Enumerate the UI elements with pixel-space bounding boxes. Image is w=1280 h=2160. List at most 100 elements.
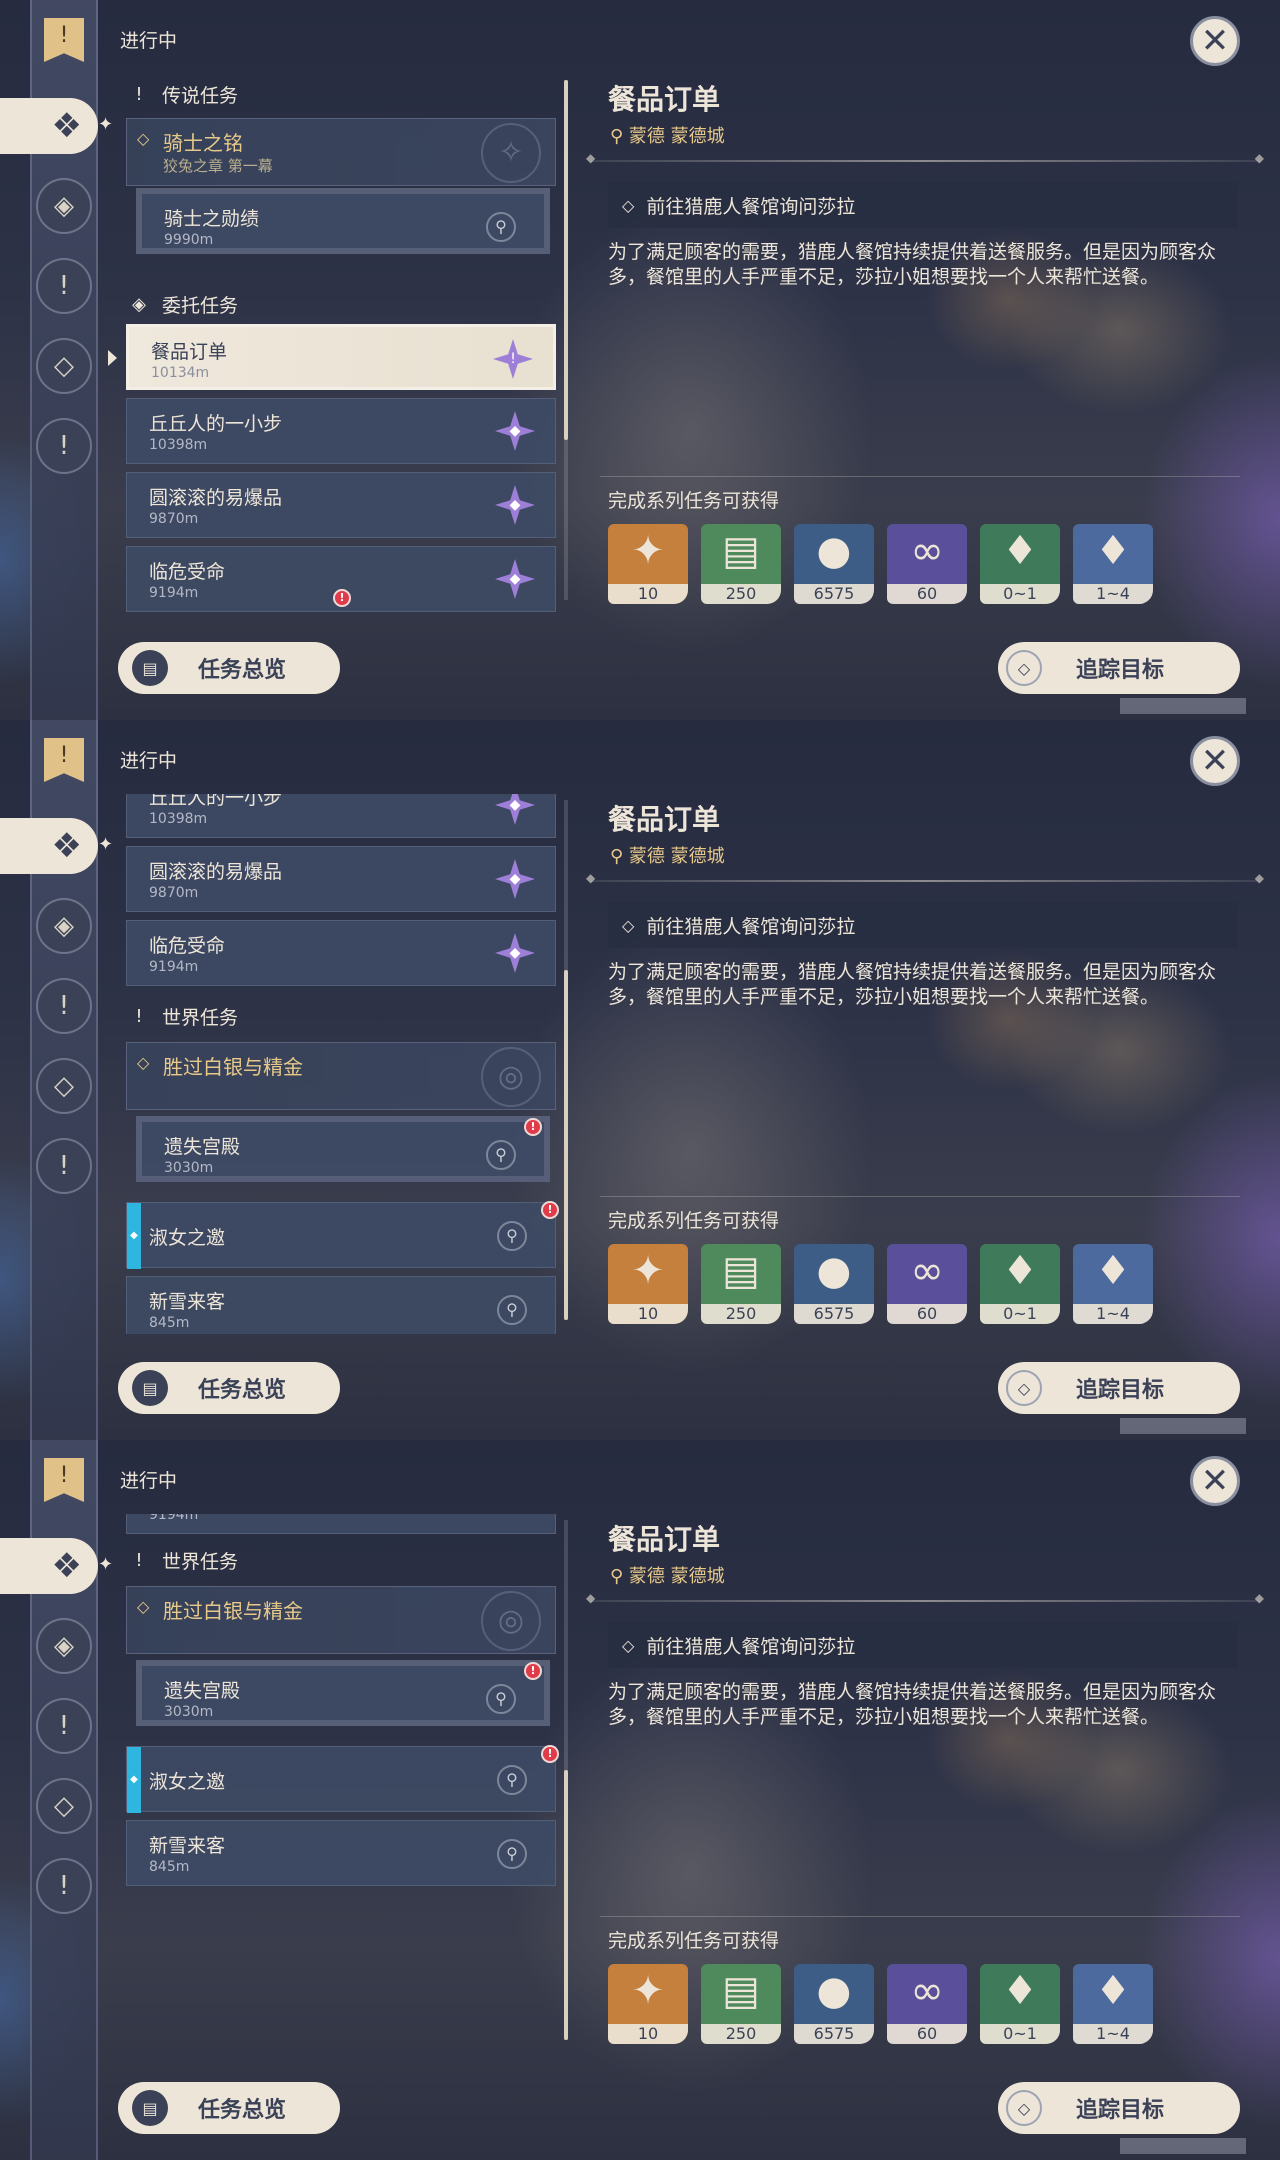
location-pin-icon[interactable]: ⚲	[497, 1839, 527, 1869]
rail-story-icon[interactable]: !	[36, 1698, 92, 1754]
exclamation-icon: !	[135, 1549, 143, 1571]
reward-primogem[interactable]: ✦ 10	[608, 1964, 688, 2044]
location-pin-icon: ⚲	[610, 1566, 629, 1587]
quest-item-hill[interactable]: 丘丘人的一小步 10398m ◆	[126, 398, 556, 464]
quest-overview-button[interactable]: ▤ 任务总览	[118, 2082, 340, 2134]
close-button[interactable]: ✕	[1190, 16, 1240, 66]
mora-icon: ●	[816, 528, 852, 574]
quest-list[interactable]: 丘丘人的一小步 10398m ◆ 圆滚滚的易爆品 9870m ◆ 临危受命 91…	[120, 794, 560, 1334]
rail-archon-icon[interactable]: ◈	[36, 1618, 92, 1674]
quest-item-lady[interactable]: ◆ 淑女之邀 ⚲ !	[126, 1201, 559, 1269]
companionship-exp-icon: ∞	[910, 1248, 944, 1294]
track-target-button[interactable]: ◇ 追踪目标	[998, 2082, 1240, 2134]
close-button[interactable]: ✕	[1190, 736, 1240, 786]
reward-mystic-ore[interactable]: ♦ 1~4	[1073, 524, 1153, 604]
scrollbar[interactable]	[564, 800, 568, 1320]
quest-item-snow[interactable]: 新雪来客 845m ⚲	[126, 1820, 556, 1886]
reward-crystal-chunk[interactable]: ♦ 0~1	[980, 1964, 1060, 2044]
reward-crystal-chunk[interactable]: ♦ 0~1	[980, 524, 1060, 604]
quest-item-boom[interactable]: 圆滚滚的易爆品 9870m ◆	[126, 846, 556, 912]
rail-story-icon[interactable]: !	[36, 978, 92, 1034]
mystic-ore-icon: ♦	[1095, 1968, 1131, 2014]
scroll-thumb[interactable]	[564, 80, 568, 440]
reward-row: ✦ 10 ▤ 250 ● 6575 ∞ 60 ♦ 0~1 ♦ 1~4	[608, 524, 1153, 604]
quest-list[interactable]: ! 传说任务 ◇ 骑士之铭 狡兔之章 第一幕 ✧ 骑士之勋绩 9990m ⚲ ◈…	[120, 74, 560, 614]
reward-companionship-exp[interactable]: ∞ 60	[887, 1964, 967, 2044]
rail-commission-icon[interactable]: ◇	[36, 1058, 92, 1114]
reward-mora[interactable]: ● 6575	[794, 1244, 874, 1324]
quest-panel-2: ! ❖ ✦ ◈ ! ◇ ! 进行中 ✕ 丘丘人的一小步 10398m ◆ 圆滚滚…	[0, 720, 1280, 1440]
rail-all-quests-icon[interactable]: ❖	[0, 818, 98, 874]
rail-all-quests-icon[interactable]: ❖	[0, 1538, 98, 1594]
quest-item-meal[interactable]: 餐品订单 10134m !	[126, 324, 556, 390]
reward-primogem[interactable]: ✦ 10	[608, 1244, 688, 1324]
exclamation-icon: !	[135, 1005, 143, 1027]
quest-list[interactable]: 9194m ◆ ! 世界任务 ◇ 胜过白银与精金 ◎ 遗失宫殿 3030m ⚲ …	[120, 1514, 560, 2054]
diamond-icon: ◇	[622, 195, 635, 215]
quest-item-boom[interactable]: 圆滚滚的易爆品 9870m ◆	[126, 472, 556, 538]
quest-item-palace[interactable]: 遗失宫殿 3030m ⚲ !	[136, 1116, 550, 1182]
scroll-thumb[interactable]	[564, 970, 568, 1320]
alert-icon: !	[333, 589, 351, 607]
rail-commission-icon[interactable]: ◇	[36, 338, 92, 394]
reward-crystal-chunk[interactable]: ♦ 0~1	[980, 1244, 1060, 1324]
divider	[600, 476, 1240, 477]
location-pin-icon[interactable]: ⚲	[497, 1221, 527, 1251]
quest-item-danger[interactable]: 临危受命 9194m ◆	[126, 920, 556, 986]
location-pin-icon[interactable]: ⚲	[497, 1295, 527, 1325]
track-target-button[interactable]: ◇ 追踪目标	[998, 1362, 1240, 1414]
quest-item-snow[interactable]: 新雪来客 845m ⚲	[126, 1276, 556, 1334]
quest-item-knight[interactable]: 骑士之勋绩 9990m ⚲	[136, 188, 550, 254]
series-header[interactable]: ◇ 胜过白银与精金 ◎	[126, 1042, 556, 1110]
rail-world-icon[interactable]: !	[36, 1858, 92, 1914]
rail-archon-icon[interactable]: ◈	[36, 898, 92, 954]
sparkle-icon: ✦	[98, 1554, 114, 1575]
reward-adventure-exp[interactable]: ▤ 250	[701, 1964, 781, 2044]
diamond-icon: ◇	[1006, 650, 1042, 686]
corner-bar	[1120, 698, 1246, 714]
mystic-ore-icon: ♦	[1095, 1248, 1131, 1294]
quest-item-lady[interactable]: ◆ 淑女之邀 ⚲ !	[126, 1745, 559, 1813]
rail-story-icon[interactable]: !	[36, 258, 92, 314]
rail-archon-icon[interactable]: ◈	[36, 178, 92, 234]
close-button[interactable]: ✕	[1190, 1456, 1240, 1506]
location-pin-icon[interactable]: ⚲	[486, 212, 516, 242]
book-icon: ▤	[132, 650, 168, 686]
reward-row: ✦ 10 ▤ 250 ● 6575 ∞ 60 ♦ 0~1 ♦ 1~4	[608, 1244, 1153, 1324]
reward-companionship-exp[interactable]: ∞ 60	[887, 524, 967, 604]
reward-adventure-exp[interactable]: ▤ 250	[701, 1244, 781, 1324]
reward-mora[interactable]: ● 6575	[794, 1964, 874, 2044]
quest-item-palace[interactable]: 遗失宫殿 3030m ⚲ !	[136, 1660, 550, 1726]
track-target-button[interactable]: ◇ 追踪目标	[998, 642, 1240, 694]
reward-companionship-exp[interactable]: ∞ 60	[887, 1244, 967, 1324]
rail-world-icon[interactable]: !	[36, 418, 92, 474]
scrollbar[interactable]	[564, 80, 568, 600]
objective-box: ◇ 前往猎鹿人餐馆询问莎拉	[608, 902, 1238, 948]
scroll-thumb[interactable]	[564, 1770, 568, 2040]
quest-item-danger[interactable]: 9194m ◆	[126, 1514, 556, 1534]
location-pin-icon[interactable]: ⚲	[486, 1684, 516, 1714]
quest-item-hill[interactable]: 丘丘人的一小步 10398m ◆	[126, 794, 556, 838]
rail-all-quests-icon[interactable]: ❖	[0, 98, 98, 154]
adventure-exp-icon: ▤	[722, 528, 760, 574]
quest-overview-button[interactable]: ▤ 任务总览	[118, 642, 340, 694]
location-pin-icon[interactable]: ⚲	[486, 1140, 516, 1170]
tracking-indicator: ◆	[127, 1747, 141, 1813]
rail-commission-icon[interactable]: ◇	[36, 1778, 92, 1834]
reward-adventure-exp[interactable]: ▤ 250	[701, 524, 781, 604]
reward-mora[interactable]: ● 6575	[794, 524, 874, 604]
reward-mystic-ore[interactable]: ♦ 1~4	[1073, 1964, 1153, 2044]
reward-primogem[interactable]: ✦ 10	[608, 524, 688, 604]
rail-world-icon[interactable]: !	[36, 1138, 92, 1194]
location-pin-icon[interactable]: ⚲	[497, 1765, 527, 1795]
quest-overview-button[interactable]: ▤ 任务总览	[118, 1362, 340, 1414]
objective-box: ◇ 前往猎鹿人餐馆询问莎拉	[608, 1622, 1238, 1668]
quest-item-danger[interactable]: 临危受命 9194m ◆ !	[126, 546, 556, 612]
series-header[interactable]: ◇ 胜过白银与精金 ◎	[126, 1586, 556, 1654]
category-legend: ! 传说任务	[128, 74, 238, 114]
quest-panel-1: ! ❖ ✦ ◈ ! ◇ ! 进行中 ✕ ! 传说任务 ◇ 骑士之铭 狡兔之章 第…	[0, 0, 1280, 720]
commission-star-icon: ◆	[495, 559, 535, 599]
series-header[interactable]: ◇ 骑士之铭 狡兔之章 第一幕 ✧	[126, 118, 556, 186]
scrollbar[interactable]	[564, 1520, 568, 2040]
reward-mystic-ore[interactable]: ♦ 1~4	[1073, 1244, 1153, 1324]
